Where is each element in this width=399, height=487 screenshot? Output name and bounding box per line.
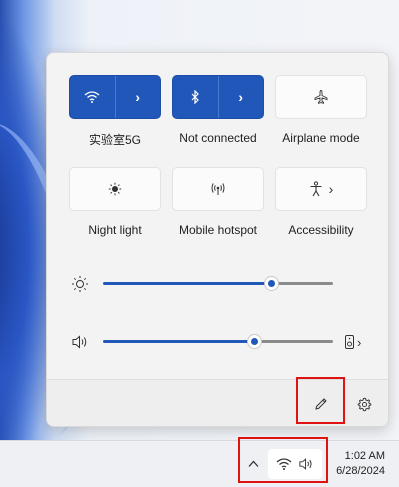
- brightness-track-filled: [103, 282, 271, 285]
- speaker-icon[interactable]: [71, 334, 89, 350]
- open-settings-button[interactable]: [353, 393, 375, 415]
- bluetooth-icon: [191, 90, 200, 104]
- wifi-icon: [84, 91, 100, 103]
- highlight-box-tray: [238, 437, 328, 483]
- chevron-right-icon: ›: [135, 89, 141, 105]
- brightness-slider-thumb[interactable]: [265, 277, 278, 290]
- audio-output-button[interactable]: ›: [345, 331, 371, 353]
- airplane-mode-tile[interactable]: [275, 75, 367, 119]
- wifi-tile-label: 实验室5G: [88, 133, 141, 147]
- volume-slider-thumb[interactable]: [248, 335, 261, 348]
- volume-track-empty: [254, 340, 333, 343]
- mobile-hotspot-tile[interactable]: [172, 167, 264, 211]
- bluetooth-tile: ›: [172, 75, 264, 119]
- night-light-tile[interactable]: [69, 167, 161, 211]
- volume-track-filled: [103, 340, 254, 343]
- chevron-right-icon: ›: [357, 334, 362, 350]
- brightness-slider-row: [69, 273, 369, 295]
- volume-slider-row: ›: [69, 331, 369, 353]
- mobile-hotspot-tile-label: Mobile hotspot: [178, 223, 258, 237]
- night-light-icon: [108, 182, 122, 196]
- taskbar-clock[interactable]: 1:02 AM 6/28/2024: [336, 449, 385, 479]
- chevron-right-icon: ›: [238, 89, 244, 105]
- bluetooth-tile-label: Not connected: [179, 131, 257, 145]
- taskbar: 1:02 AM 6/28/2024: [0, 440, 399, 487]
- quick-settings-panel: › 实验室5G › Not connected Airplane mode Ni…: [46, 52, 389, 427]
- airplane-icon: [314, 90, 328, 104]
- wifi-tile: ›: [69, 75, 161, 119]
- clock-date: 6/28/2024: [336, 465, 385, 477]
- chevron-right-icon: ›: [328, 181, 334, 197]
- wifi-toggle[interactable]: [70, 76, 116, 118]
- clock-time: 1:02 AM: [344, 450, 385, 462]
- bluetooth-expand-button[interactable]: ›: [219, 76, 264, 118]
- accessibility-icon: [310, 181, 322, 197]
- bluetooth-toggle[interactable]: [173, 76, 219, 118]
- brightness-track-empty: [271, 282, 333, 285]
- hotspot-icon: [211, 183, 225, 195]
- speaker-device-icon: [345, 335, 354, 349]
- volume-slider[interactable]: [103, 331, 333, 353]
- accessibility-tile-label: Accessibility: [288, 223, 354, 237]
- gear-icon: [357, 397, 371, 411]
- night-light-tile-label: Night light: [88, 223, 142, 237]
- wifi-expand-button[interactable]: ›: [116, 76, 161, 118]
- airplane-mode-tile-label: Airplane mode: [282, 131, 360, 145]
- brightness-icon: [72, 276, 88, 292]
- accessibility-tile[interactable]: ›: [275, 167, 367, 211]
- brightness-slider[interactable]: [103, 273, 333, 295]
- highlight-box-edit: [296, 377, 345, 424]
